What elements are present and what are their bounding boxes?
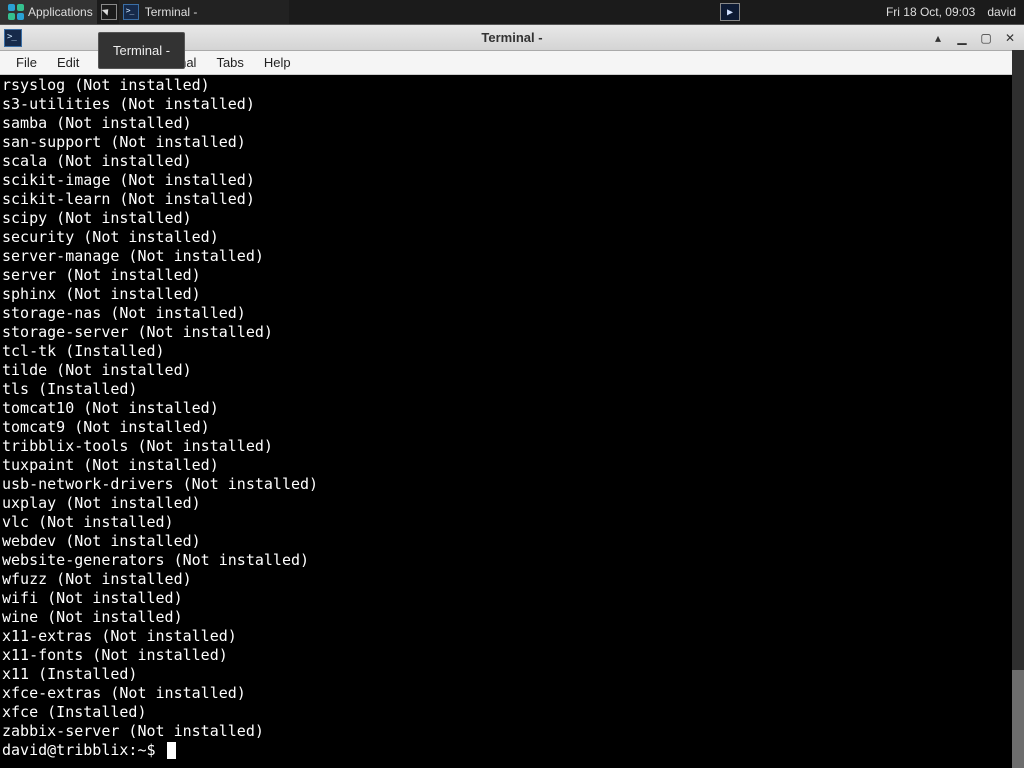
menu-edit[interactable]: Edit <box>47 53 89 72</box>
terminal-line: tomcat10 (Not installed) <box>2 399 1022 418</box>
terminal-line: vlc (Not installed) <box>2 513 1022 532</box>
terminal-line: wfuzz (Not installed) <box>2 570 1022 589</box>
terminal-line: storage-server (Not installed) <box>2 323 1022 342</box>
terminal-line: x11 (Installed) <box>2 665 1022 684</box>
terminal-line: tcl-tk (Installed) <box>2 342 1022 361</box>
cursor <box>167 742 176 759</box>
terminal-line: webdev (Not installed) <box>2 532 1022 551</box>
terminal-line: scipy (Not installed) <box>2 209 1022 228</box>
terminal-line: tomcat9 (Not installed) <box>2 418 1022 437</box>
terminal-line: scikit-learn (Not installed) <box>2 190 1022 209</box>
taskbar-tooltip: Terminal - <box>98 32 185 69</box>
menu-help[interactable]: Help <box>254 53 301 72</box>
terminal-line: wifi (Not installed) <box>2 589 1022 608</box>
terminal-line: usb-network-drivers (Not installed) <box>2 475 1022 494</box>
terminal-line: tuxpaint (Not installed) <box>2 456 1022 475</box>
scrollbar-thumb[interactable] <box>1012 670 1024 768</box>
terminal-line: s3-utilities (Not installed) <box>2 95 1022 114</box>
terminal-line: sphinx (Not installed) <box>2 285 1022 304</box>
terminal-window: Terminal - ▴ ▁ ▢ ✕ File Edit View Termin… <box>0 24 1024 768</box>
terminal-line: storage-nas (Not installed) <box>2 304 1022 323</box>
task-label: Terminal - <box>145 5 198 19</box>
menu-file[interactable]: File <box>6 53 47 72</box>
terminal-line: scala (Not installed) <box>2 152 1022 171</box>
applications-menu-button[interactable]: Applications <box>0 0 97 24</box>
terminal-line: xfce-extras (Not installed) <box>2 684 1022 703</box>
shade-button[interactable]: ▴ <box>930 30 946 46</box>
menu-tabs[interactable]: Tabs <box>206 53 253 72</box>
terminal-line: scikit-image (Not installed) <box>2 171 1022 190</box>
panel-right: Fri 18 Oct, 09:03 david <box>880 0 1024 24</box>
user-menu[interactable]: david <box>981 5 1022 19</box>
close-button[interactable]: ✕ <box>1002 30 1018 46</box>
terminal-line: san-support (Not installed) <box>2 133 1022 152</box>
terminal-line: tilde (Not installed) <box>2 361 1022 380</box>
taskbar-button-terminal[interactable]: Terminal - <box>119 0 289 24</box>
maximize-button[interactable]: ▢ <box>978 30 994 46</box>
terminal-line: rsyslog (Not installed) <box>2 76 1022 95</box>
terminal-line: tribblix-tools (Not installed) <box>2 437 1022 456</box>
terminal-line: x11-fonts (Not installed) <box>2 646 1022 665</box>
xfce-panel: Applications Terminal - ▶ Fri 18 Oct, 09… <box>0 0 1024 24</box>
terminal-line: website-generators (Not installed) <box>2 551 1022 570</box>
window-title: Terminal - <box>481 30 542 45</box>
terminal-line: tls (Installed) <box>2 380 1022 399</box>
terminal-line: zabbix-server (Not installed) <box>2 722 1022 741</box>
distro-logo-icon <box>7 3 25 21</box>
terminal-line: wine (Not installed) <box>2 608 1022 627</box>
terminal-line: server (Not installed) <box>2 266 1022 285</box>
terminal-line: uxplay (Not installed) <box>2 494 1022 513</box>
prompt-text: david@tribblix:~$ <box>2 741 165 760</box>
window-app-icon <box>4 29 22 47</box>
tray-launcher-icon[interactable]: ▶ <box>720 3 740 21</box>
clock[interactable]: Fri 18 Oct, 09:03 <box>880 5 981 19</box>
scrollbar-track[interactable] <box>1012 50 1024 768</box>
terminal-icon <box>123 4 139 20</box>
applications-label: Applications <box>28 5 93 19</box>
window-controls: ▴ ▁ ▢ ✕ <box>930 30 1024 46</box>
panel-left: Applications Terminal - <box>0 0 289 24</box>
terminal-line: server-manage (Not installed) <box>2 247 1022 266</box>
terminal-line: security (Not installed) <box>2 228 1022 247</box>
minimize-button[interactable]: ▁ <box>954 30 970 46</box>
prompt-line: david@tribblix:~$ <box>2 741 1022 760</box>
window-picker-icon[interactable] <box>101 4 117 20</box>
terminal-line: samba (Not installed) <box>2 114 1022 133</box>
terminal-line: xfce (Installed) <box>2 703 1022 722</box>
terminal-line: x11-extras (Not installed) <box>2 627 1022 646</box>
terminal-viewport[interactable]: rsyslog (Not installed)s3-utilities (Not… <box>0 75 1024 768</box>
